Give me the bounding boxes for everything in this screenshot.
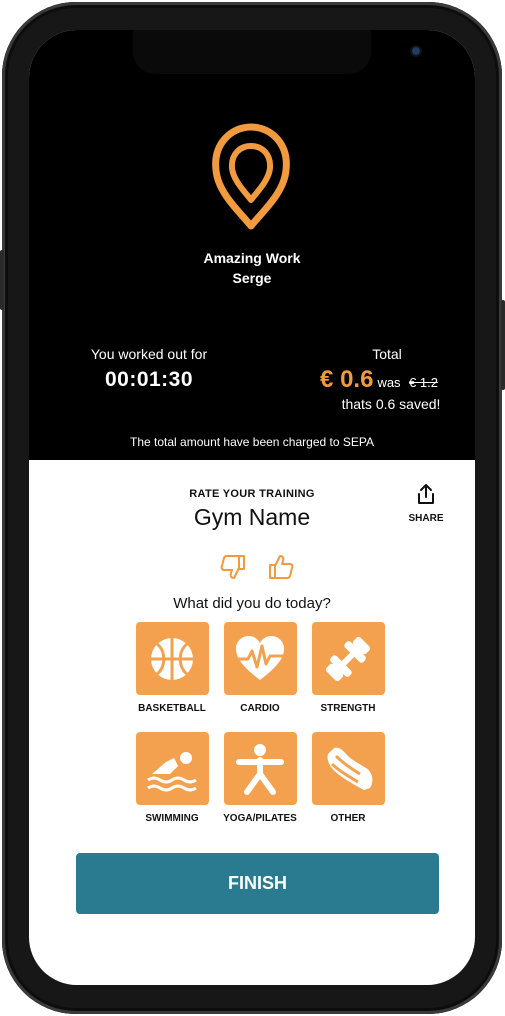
savings-text: thats 0.6 saved!	[341, 396, 441, 412]
finish-button[interactable]: FINISH	[76, 853, 439, 914]
camera-icon	[412, 47, 420, 55]
side-button	[0, 250, 4, 310]
dumbbell-icon	[325, 636, 371, 681]
thumbs-up-icon[interactable]	[265, 552, 295, 582]
activity-swimming[interactable]: SWIMMING	[122, 732, 222, 824]
activity-label: CARDIO	[240, 703, 280, 714]
thumbs-down-icon[interactable]	[219, 552, 249, 582]
activity-tile	[135, 622, 209, 695]
activity-tile	[223, 622, 297, 695]
total-label: Total	[372, 346, 402, 362]
activity-tile	[311, 732, 385, 805]
activity-label: SWIMMING	[145, 813, 199, 824]
worked-out-label: You worked out for	[90, 346, 208, 362]
share-button[interactable]: SHARE	[400, 482, 452, 524]
side-button	[501, 300, 505, 390]
phone-screen: Amazing Work Serge You worked out for 00…	[29, 30, 475, 985]
share-icon	[418, 484, 434, 504]
sneaker-icon	[327, 747, 373, 790]
activity-question: What did you do today?	[173, 595, 331, 612]
activity-cardio[interactable]: CARDIO	[210, 622, 310, 714]
activity-strength[interactable]: STRENGTH	[298, 622, 398, 714]
activity-tile	[311, 622, 385, 695]
activity-label: OTHER	[330, 813, 366, 824]
total-price: € 0.6	[320, 366, 374, 393]
activity-other[interactable]: OTHER	[298, 732, 398, 824]
basketball-icon	[151, 637, 193, 680]
was-prefix: was	[377, 375, 401, 390]
activity-yoga-pilates[interactable]: YOGA/PILATES	[210, 732, 310, 824]
user-name: Serge	[232, 270, 272, 286]
charged-notice: The total amount have been charged to SE…	[130, 435, 374, 449]
price-row: € 0.6 was € 1.2	[279, 366, 475, 394]
swimmer-icon	[147, 751, 197, 791]
location-pin-logo-icon	[212, 123, 290, 230]
greeting-title: Amazing Work	[203, 250, 301, 266]
yoga-icon	[236, 743, 284, 795]
activity-basketball[interactable]: BASKETBALL	[122, 622, 222, 714]
activity-label: STRENGTH	[320, 703, 376, 714]
heart-pulse-icon	[236, 635, 284, 680]
activity-tile	[223, 732, 297, 805]
activity-label: YOGA/PILATES	[223, 813, 297, 824]
original-price: € 1.2	[409, 375, 438, 390]
activity-label: BASKETBALL	[138, 703, 206, 714]
workout-duration: 00:01:30	[104, 368, 194, 391]
share-label: SHARE	[408, 513, 444, 524]
activity-tile	[135, 732, 209, 805]
notch	[133, 30, 420, 74]
